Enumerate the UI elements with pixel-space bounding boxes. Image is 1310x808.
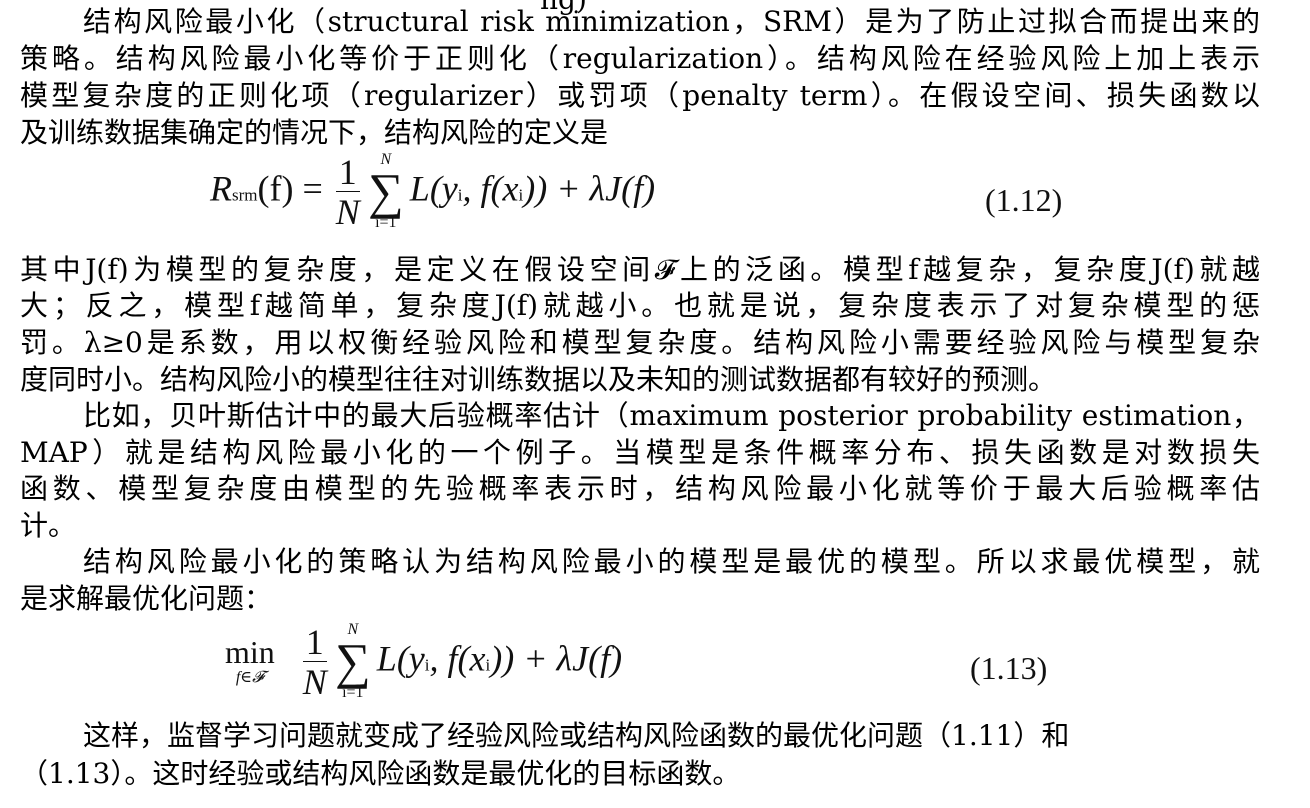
eq-denominator: N [335,191,360,232]
paragraph-line: 大；反之，模型f越简单，复杂度J(f)就越小。也就是说，复杂度表示了对复杂模型的… [20,289,1260,322]
min-label: min [225,634,275,670]
equation-1-13: min f∈𝓕 1 N N ∑ i=1 L(yi, f(xi)) + λJ(f) [225,622,622,702]
paragraph-line: 比如，贝叶斯估计中的最大后验概率估计（maximum posterior pro… [83,399,1260,432]
eq-subscript: srm [232,185,258,205]
paragraph-line: 及训练数据集确定的情况下，结构风险的定义是 [20,116,609,149]
sigma: ∑ [367,163,404,219]
paragraph-line: 是求解最优化问题： [20,582,273,615]
eq-numerator: 1 [302,623,327,662]
eq-body-end: )) + λJ(f) [523,168,656,209]
paragraph-line: 计。 [20,509,77,542]
paragraph-line: （1.13）。这时经验或结构风险函数是最优化的目标函数。 [20,757,741,790]
paragraph-line: 函数、模型复杂度由模型的先验概率表示时，结构风险最小化就等价于最大后验概率估 [20,472,1260,505]
equation-number: (1.13) [970,650,1048,686]
equation-number: (1.12) [985,182,1063,218]
paragraph-line: 这样，监督学习问题就变成了经验风险或结构风险函数的最优化问题（1.11）和 [83,719,1070,752]
paragraph-line: 罚。λ≥0是系数，用以权衡经验风险和模型复杂度。结构风险小需要经验风险与模型复杂 [20,326,1260,359]
paragraph-line: MAP）就是结构风险最小化的一个例子。当模型是条件概率分布、损失函数是对数损失 [20,436,1260,469]
sigma: ∑ [334,633,371,689]
paragraph-line: 结构风险最小化（structural risk minimization，SRM… [83,5,1260,38]
eq-fraction: 1 N [302,623,327,702]
eq-body-mid: , f(x [462,168,519,209]
eq-body: L(y [376,638,425,679]
paragraph-line: 其中J(f)为模型的复杂度，是定义在假设空间𝓕上的泛函。模型f越复杂，复杂度J(… [20,253,1260,286]
equation-1-12: Rsrm(f) = 1 N N ∑ i=1 L(yi, f(xi)) + λJ(… [210,152,655,232]
paragraph-line: 策略。结构风险最小化等价于正则化（regularization）。结构风险在经验… [20,42,1260,75]
eq-denominator: N [302,661,327,702]
eq-body: L(y [409,168,458,209]
eq-body-mid: , f(x [429,638,486,679]
paragraph-line: 结构风险最小化的策略认为结构风险最小的模型是最优的模型。所以求最优模型，就 [83,545,1260,578]
summation-symbol: N ∑ i=1 [331,622,375,702]
eq-fraction: 1 N [335,153,360,232]
min-operator: min f∈𝓕 [225,636,275,688]
min-subscript: f∈𝓕 [235,669,264,686]
eq-numerator: 1 [335,153,360,192]
eq-symbol: R [210,168,232,209]
paragraph-line: 度同时小。结构风险小的模型往往对训练数据以及未知的测试数据都有较好的预测。 [20,363,1057,396]
eq-body-end: )) + λJ(f) [490,638,623,679]
paragraph-line: 模型复杂度的正则化项（regularizer）或罚项（penalty term）… [20,79,1260,112]
eq-lhs: (f) = [257,168,323,209]
summation-symbol: N ∑ i=1 [364,152,408,232]
